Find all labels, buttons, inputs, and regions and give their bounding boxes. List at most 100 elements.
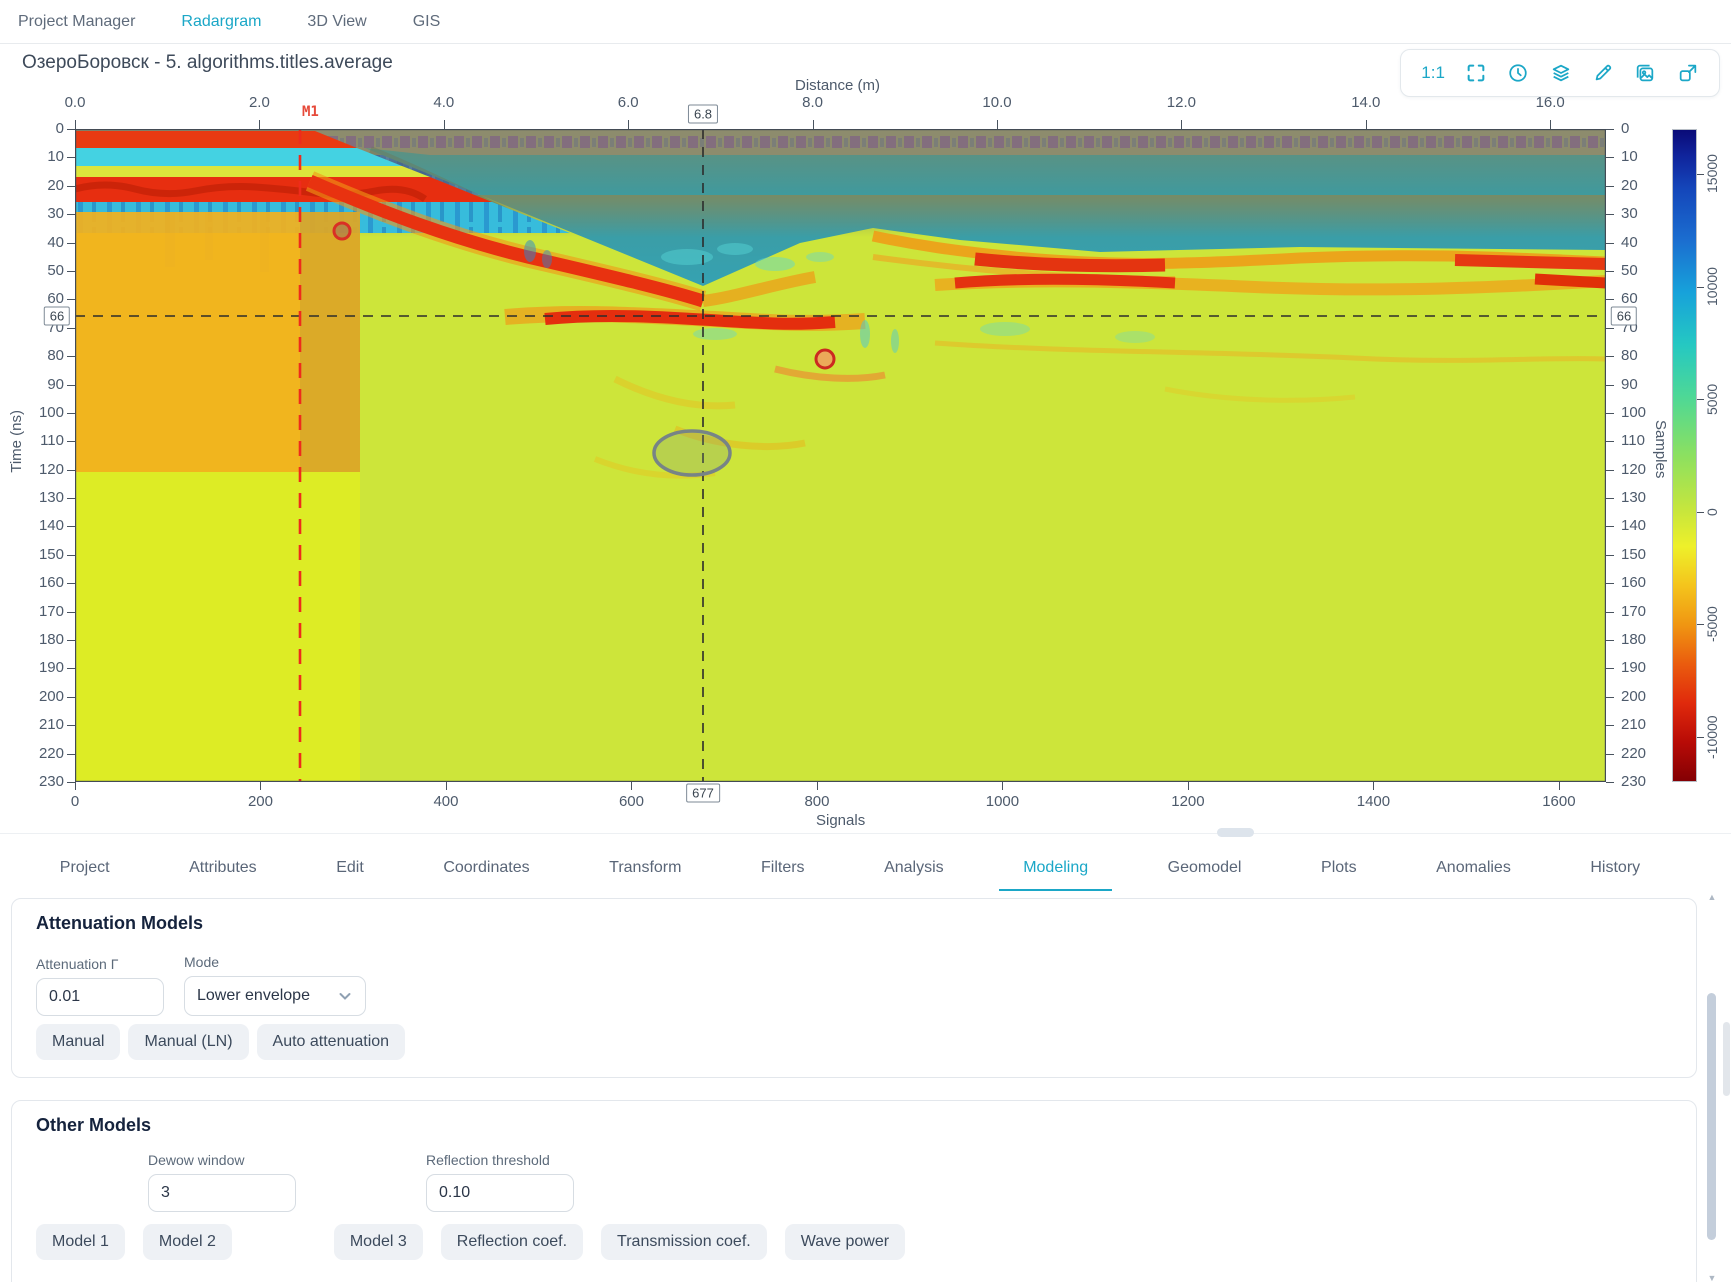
tab-modeling[interactable]: Modeling	[1017, 847, 1094, 889]
y-right-tick-mark	[1606, 385, 1614, 386]
y-left-tick-label: 150	[28, 546, 64, 563]
x-axis-title: Distance (m)	[795, 77, 880, 94]
tab-attributes[interactable]: Attributes	[183, 847, 263, 889]
other-models-card: Other Models Dewow window Reflection thr…	[11, 1100, 1697, 1282]
x-tick-label: 6.0	[603, 94, 653, 111]
y-left-tick-label: 90	[28, 376, 64, 393]
zoom-1-1-button[interactable]: 1:1	[1421, 63, 1445, 83]
other-models-heading: Other Models	[36, 1115, 1672, 1136]
app-window: Project ManagerRadargram3D ViewGIS Озеро…	[0, 0, 1731, 1282]
y-right-tick-label: 0	[1621, 120, 1661, 137]
x-tick-label: 14.0	[1341, 94, 1391, 111]
crosshair-time-box-left[interactable]: 66	[44, 307, 70, 326]
plot-toolbar: 1:1	[1400, 49, 1720, 97]
y-left-tick-mark	[67, 668, 75, 669]
y-left-tick-label: 230	[28, 773, 64, 790]
x-tick-mark	[1366, 120, 1367, 129]
layers-icon[interactable]	[1550, 62, 1572, 84]
y-right-tick-mark	[1606, 271, 1614, 272]
mode-select-value: Lower envelope	[197, 987, 310, 1005]
y-left-tick-label: 50	[28, 262, 64, 279]
page-scrollbar-thumb[interactable]	[1723, 1022, 1730, 1096]
nav-item-radargram[interactable]: Radargram	[181, 13, 261, 31]
colorbar-tick-mark	[1697, 624, 1704, 625]
colorbar-tick-mark	[1697, 399, 1704, 400]
attenuation-gamma-label: Attenuation Γ	[36, 956, 164, 972]
tab-edit[interactable]: Edit	[330, 847, 370, 889]
reflection-threshold-input[interactable]	[426, 1174, 574, 1212]
scroll-down-arrow[interactable]: ▼	[1707, 1274, 1717, 1282]
nav-item-gis[interactable]: GIS	[413, 13, 441, 31]
mode-select[interactable]: Lower envelope	[184, 976, 366, 1016]
snapshot-image-icon[interactable]	[1634, 62, 1656, 84]
manual-ln--button[interactable]: Manual (LN)	[128, 1024, 248, 1060]
marker-m1-label[interactable]: M1	[302, 104, 319, 120]
nav-item-3d-view[interactable]: 3D View	[307, 13, 366, 31]
tab-coordinates[interactable]: Coordinates	[437, 847, 535, 889]
y-right-tick-label: 180	[1621, 631, 1661, 648]
y-left-tick-mark	[67, 299, 75, 300]
model-2-button[interactable]: Model 2	[143, 1224, 232, 1260]
tab-analysis[interactable]: Analysis	[878, 847, 950, 889]
panel-scrollbar[interactable]: ▲ ▼	[1706, 893, 1718, 1282]
y-right-tick-mark	[1606, 129, 1614, 130]
y-right-tick-mark	[1606, 356, 1614, 357]
y-left-tick-mark	[67, 157, 75, 158]
y-right-tick-label: 230	[1621, 773, 1661, 790]
y-right-tick-label: 90	[1621, 376, 1661, 393]
y-left-tick-label: 160	[28, 574, 64, 591]
y-right-tick-mark	[1606, 413, 1614, 414]
manual-button[interactable]: Manual	[36, 1024, 120, 1060]
divider-drag-handle[interactable]	[1217, 828, 1254, 837]
y-right-axis-title: Samples	[1652, 420, 1669, 478]
model-1-button[interactable]: Model 1	[36, 1224, 125, 1260]
wave-power-button[interactable]: Wave power	[785, 1224, 905, 1260]
tab-plots[interactable]: Plots	[1315, 847, 1363, 889]
crosshair-signal-box[interactable]: 677	[686, 784, 720, 803]
y-right-tick-label: 50	[1621, 262, 1661, 279]
signal-tick-mark	[1002, 782, 1003, 790]
auto-attenuation-button[interactable]: Auto attenuation	[257, 1024, 406, 1060]
x-tick-label: 12.0	[1156, 94, 1206, 111]
colorbar-tick-mark	[1697, 287, 1704, 288]
x-tick-label: 4.0	[419, 94, 469, 111]
scrollbar-thumb[interactable]	[1707, 993, 1716, 1240]
transmission-coef--button[interactable]: Transmission coef.	[601, 1224, 767, 1260]
crosshair-distance-box[interactable]: 6.8	[688, 105, 718, 124]
tab-history[interactable]: History	[1584, 847, 1646, 889]
fullscreen-icon[interactable]	[1465, 62, 1487, 84]
history-clock-icon[interactable]	[1507, 62, 1529, 84]
scroll-up-arrow[interactable]: ▲	[1707, 893, 1717, 901]
crosshair-time-box-right[interactable]: 66	[1611, 307, 1637, 326]
y-left-tick-label: 80	[28, 347, 64, 364]
dewow-window-input[interactable]	[148, 1174, 296, 1212]
nav-item-project-manager[interactable]: Project Manager	[18, 13, 135, 31]
y-right-tick-mark	[1606, 498, 1614, 499]
signal-tick-label: 800	[787, 793, 847, 810]
y-right-tick-mark	[1606, 754, 1614, 755]
model-3-button[interactable]: Model 3	[334, 1224, 423, 1260]
tab-filters[interactable]: Filters	[755, 847, 811, 889]
signal-tick-mark	[260, 782, 261, 790]
y-right-tick-label: 40	[1621, 234, 1661, 251]
signal-tick-mark	[1373, 782, 1374, 790]
y-left-tick-mark	[67, 385, 75, 386]
y-left-tick-mark	[67, 243, 75, 244]
tab-anomalies[interactable]: Anomalies	[1430, 847, 1517, 889]
tab-geomodel[interactable]: Geomodel	[1162, 847, 1248, 889]
tab-project[interactable]: Project	[54, 847, 116, 889]
reflection-coef--button[interactable]: Reflection coef.	[441, 1224, 583, 1260]
expand-icon[interactable]	[1677, 62, 1699, 84]
y-right-tick-mark	[1606, 470, 1614, 471]
attenuation-gamma-input[interactable]	[36, 978, 164, 1016]
y-right-tick-label: 220	[1621, 745, 1661, 762]
y-left-tick-label: 20	[28, 177, 64, 194]
x-tick-label: 0.0	[50, 94, 100, 111]
pencil-icon[interactable]	[1592, 62, 1614, 84]
y-right-tick-mark	[1606, 583, 1614, 584]
mode-label: Mode	[184, 954, 366, 970]
tab-transform[interactable]: Transform	[603, 847, 687, 889]
attenuation-heading: Attenuation Models	[36, 913, 1672, 934]
signal-tick-mark	[817, 782, 818, 790]
colorbar-tick-label: 0	[1704, 472, 1720, 552]
